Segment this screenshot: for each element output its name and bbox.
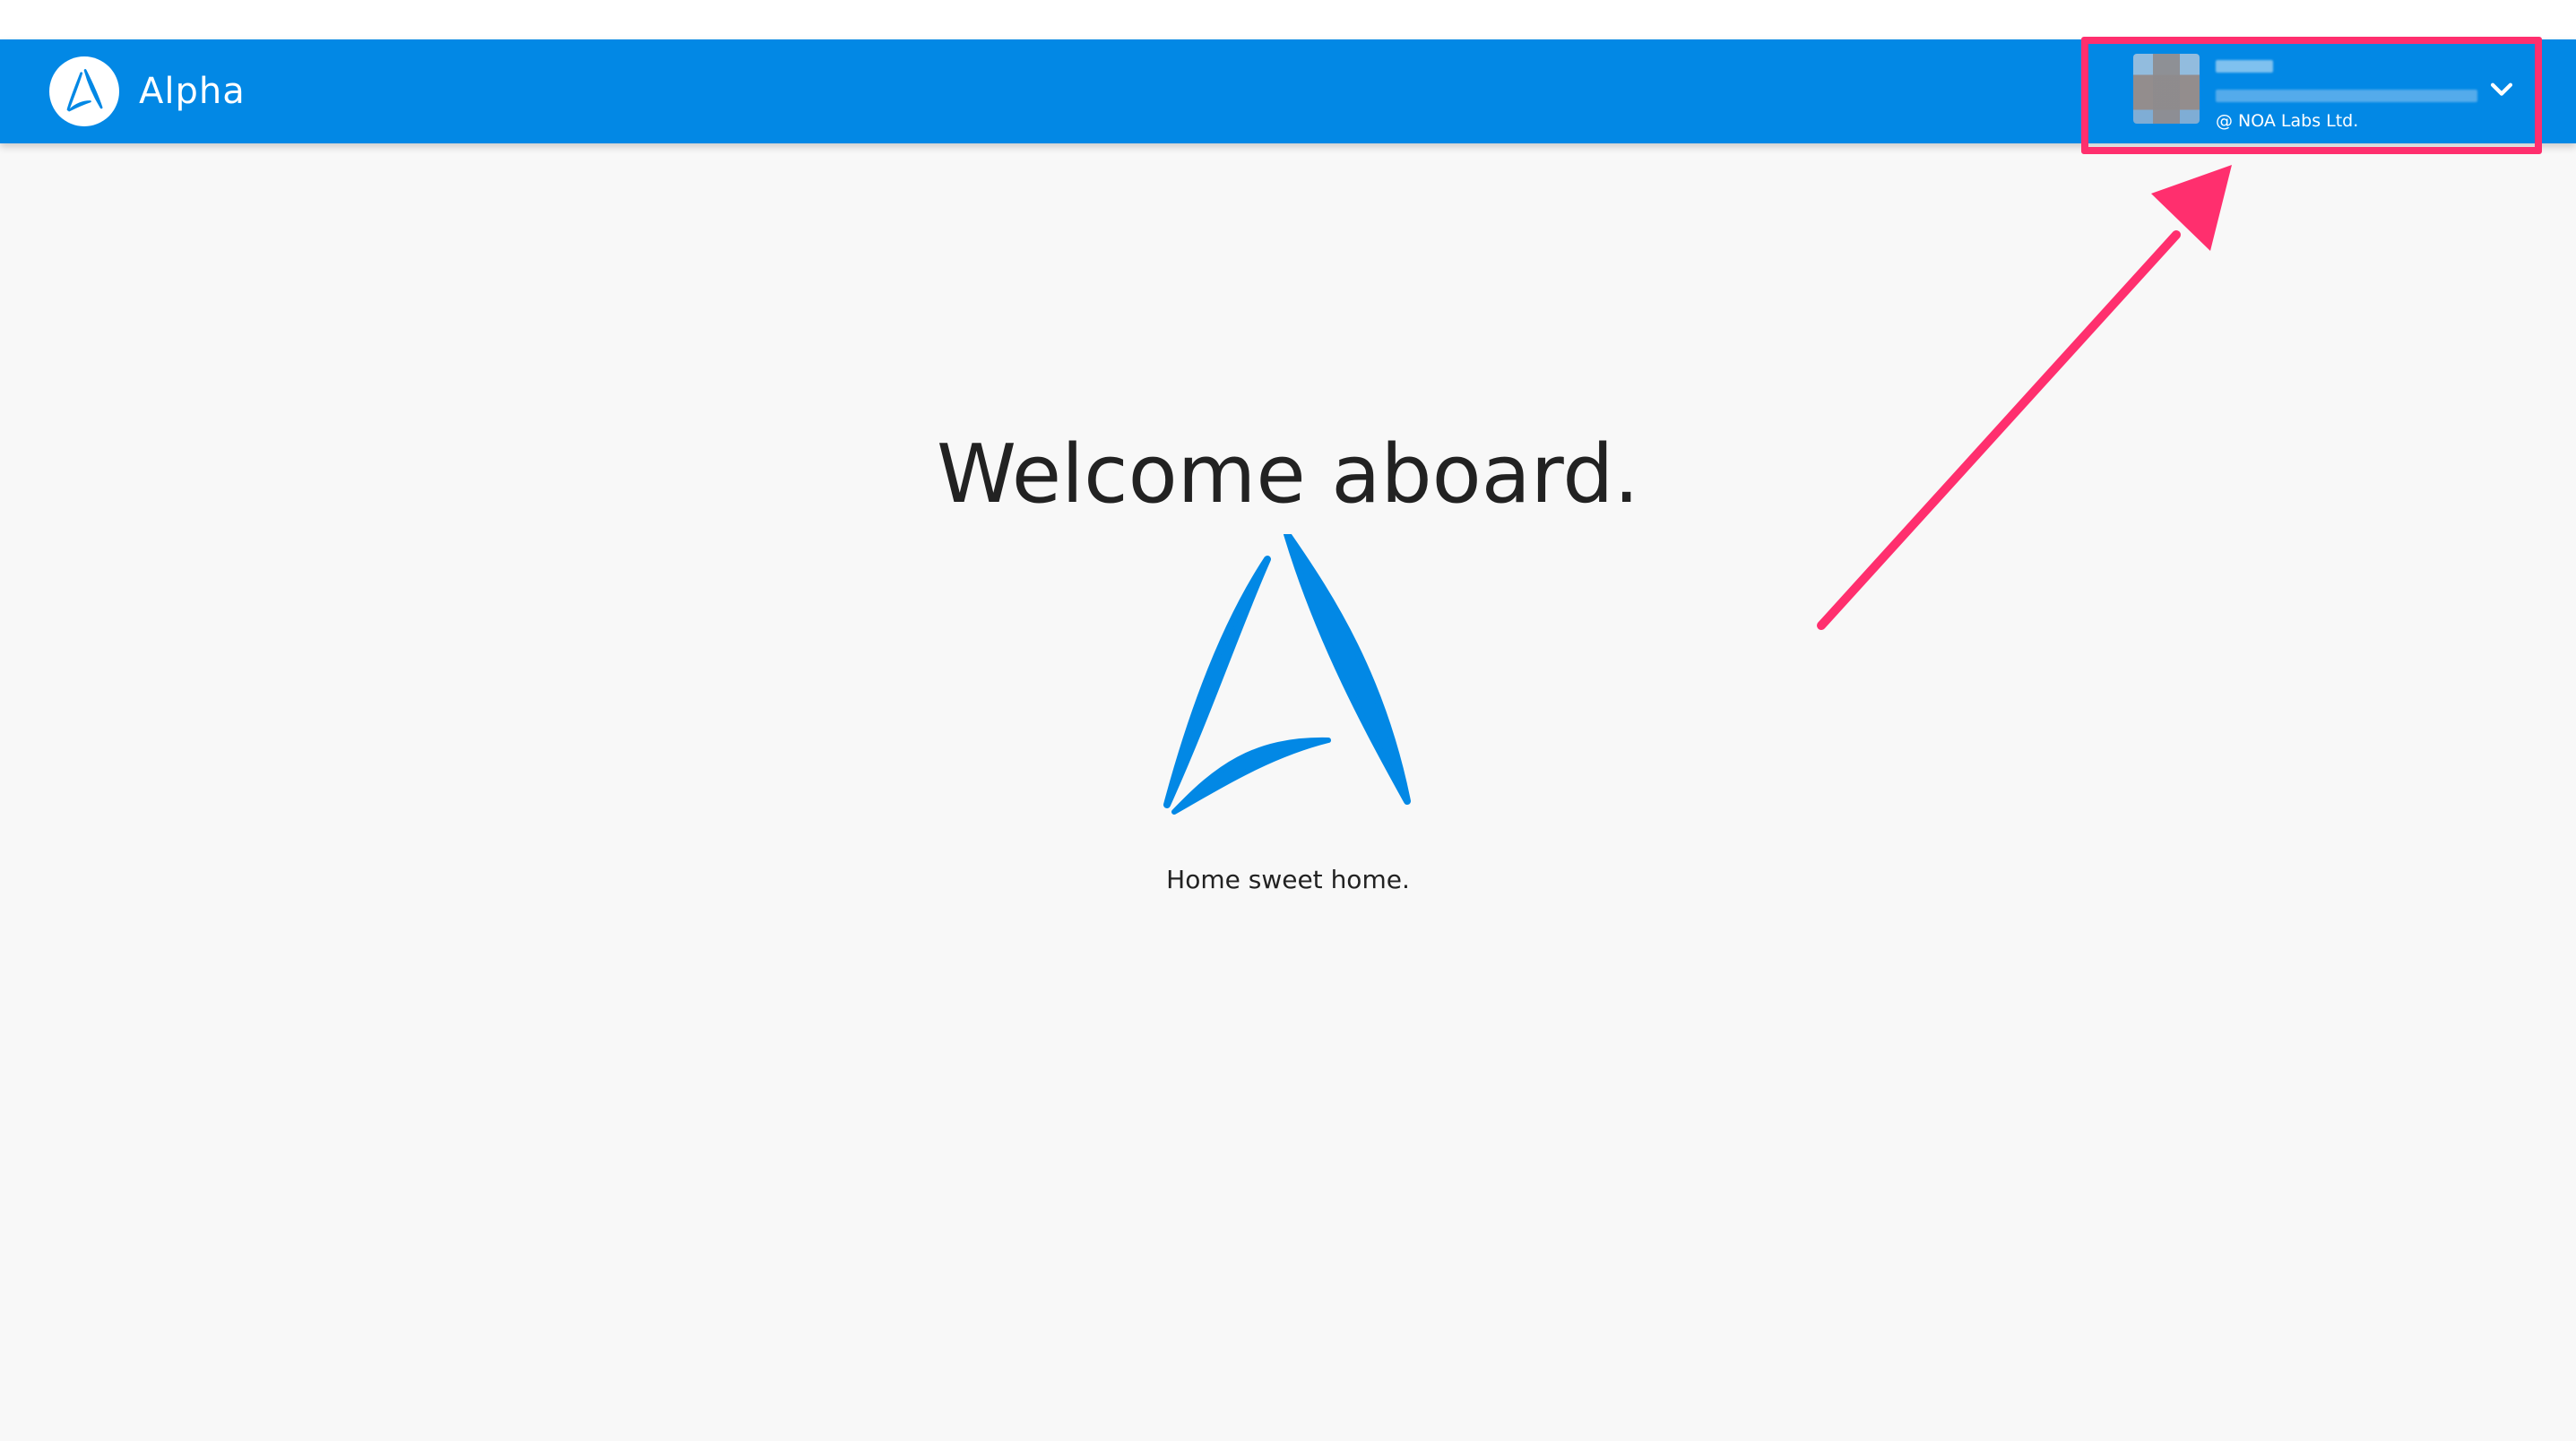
alpha-hero-logo-icon xyxy=(1163,534,1411,815)
page-tagline: Home sweet home. xyxy=(1166,865,1410,894)
browser-top-strip xyxy=(0,0,2576,39)
annotation-highlight-box xyxy=(2081,37,2542,154)
brand-home-link[interactable]: Alpha xyxy=(49,39,246,143)
brand-name: Alpha xyxy=(139,71,246,112)
alpha-logo-icon xyxy=(49,56,119,126)
page-title: Welcome aboard. xyxy=(937,427,1639,522)
